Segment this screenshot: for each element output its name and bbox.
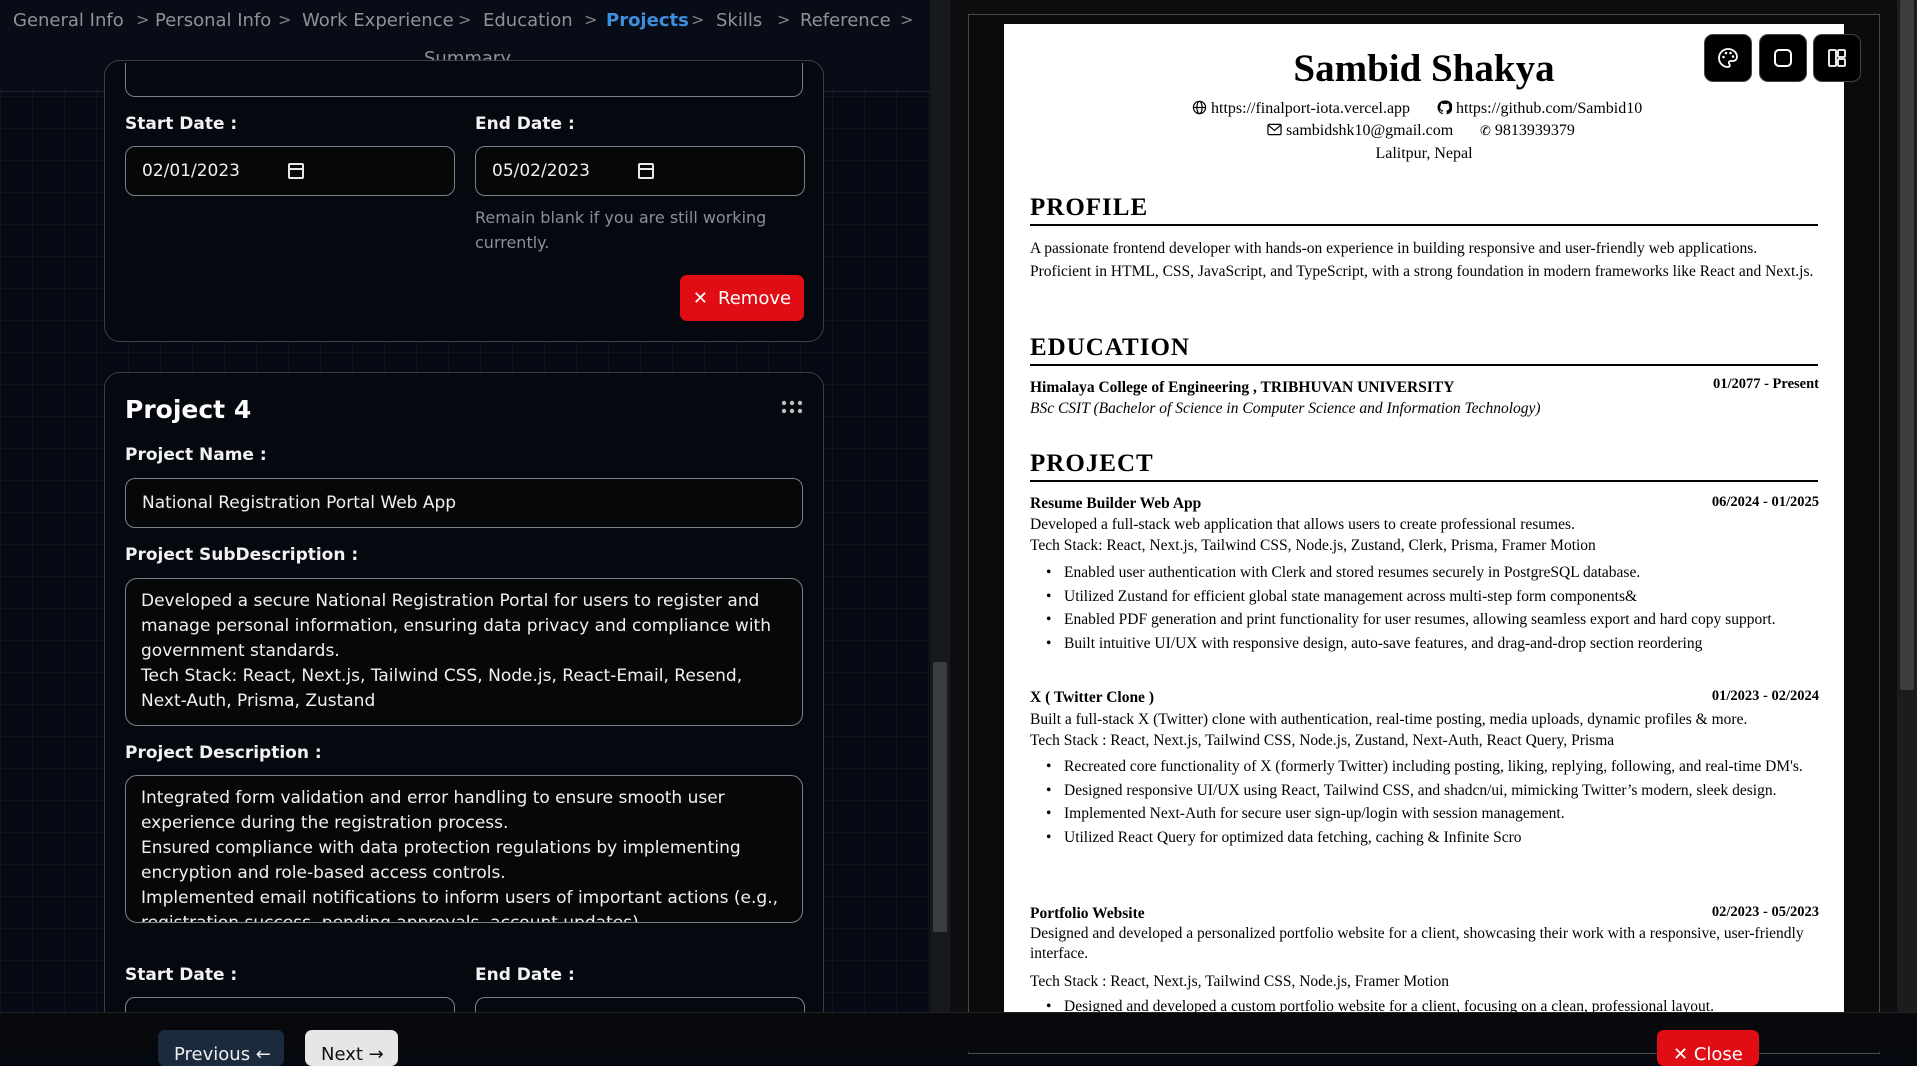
start-date-label: Start Date :	[125, 114, 238, 134]
project-date: 06/2024 - 01/2025	[1711, 494, 1819, 510]
editor-pane: General Info > Personal Info > Work Expe…	[0, 0, 930, 1052]
end-date-hint: Remain blank if you are still working cu…	[475, 208, 767, 252]
phone-text: 9813939379	[1494, 122, 1575, 139]
email-text: sambidshk10@gmail.com	[1286, 122, 1454, 139]
end-date-value: 05/02/2023	[492, 161, 590, 181]
chevron-right-icon: >	[278, 10, 292, 29]
phone-icon: ✆	[1480, 123, 1491, 138]
project-name-input[interactable]: National Registration Portal Web App	[125, 478, 803, 528]
project-heading: PROJECT	[1030, 450, 1818, 482]
project-desc: Developed a full-stack web application t…	[1030, 516, 1575, 533]
end-date-label: End Date :	[475, 965, 575, 985]
close-label: Close	[1693, 1044, 1743, 1065]
start-date-value: 02/01/2023	[142, 161, 240, 181]
project-description-label: Project Description :	[125, 743, 322, 763]
email-link[interactable]: sambidshk10@gmail.com	[1267, 122, 1453, 140]
palette-icon	[1718, 48, 1738, 68]
education-school: Himalaya College of Engineering , TRIBHU…	[1030, 379, 1455, 396]
list-item: Recreated core functionality of X (forme…	[1030, 755, 1820, 779]
phone-info: ✆ 9813939379	[1480, 122, 1575, 140]
step-reference[interactable]: Reference	[800, 10, 891, 31]
chevron-right-icon: >	[458, 10, 472, 29]
chevron-right-icon: >	[584, 10, 598, 29]
chevron-right-icon: >	[777, 10, 791, 29]
calendar-icon[interactable]	[288, 163, 304, 179]
list-item: Implemented Next-Auth for secure user si…	[1030, 802, 1820, 826]
start-date-label: Start Date :	[125, 965, 238, 985]
project-subdescription-textarea[interactable]: Developed a secure National Registration…	[125, 578, 803, 726]
next-button[interactable]: Next →	[305, 1030, 398, 1066]
project-stack: Tech Stack: React, Next.js, Tailwind CSS…	[1030, 537, 1596, 554]
previous-label: Previous	[174, 1044, 251, 1065]
bottom-bar	[0, 1012, 1917, 1052]
profile-text: A passionate frontend developer with han…	[1030, 240, 1814, 280]
step-education[interactable]: Education	[483, 10, 573, 31]
end-date-label: End Date :	[475, 114, 575, 134]
github-text: https://github.com/Sambid10	[1456, 100, 1643, 117]
website-link[interactable]: https://finalport-iota.vercel.app	[1192, 100, 1410, 118]
close-button[interactable]: ✕ Close	[1657, 1030, 1759, 1066]
education-date: 01/2077 - Present	[1712, 376, 1819, 392]
remove-label: Remove	[718, 287, 792, 309]
list-item: Enabled user authentication with Clerk a…	[1030, 561, 1820, 585]
project-bullets: Recreated core functionality of X (forme…	[1030, 755, 1820, 849]
list-item: Designed responsive UI/UX using React, T…	[1030, 779, 1820, 803]
layout-button[interactable]	[1813, 34, 1861, 82]
location-text: Lalitpur, Nepal	[1375, 145, 1473, 162]
project-name: X ( Twitter Clone )	[1030, 689, 1154, 706]
github-link[interactable]: https://github.com/Sambid10	[1437, 100, 1642, 118]
close-icon: ✕	[692, 287, 709, 309]
chevron-right-icon: >	[900, 10, 914, 29]
list-item: Utilized React Query for optimized data …	[1030, 826, 1820, 850]
project-card-4: Project 4 Project Name : National Regist…	[104, 372, 824, 1052]
project-stack: Tech Stack : React, Next.js, Tailwind CS…	[1030, 973, 1450, 990]
project-date: 02/2023 - 05/2023	[1711, 904, 1819, 920]
project-bullets: Enabled user authentication with Clerk a…	[1030, 561, 1820, 655]
previous-button[interactable]: Previous ←	[158, 1030, 284, 1066]
drag-handle-icon[interactable]	[781, 399, 803, 414]
list-item: Built intuitive UI/UX with responsive de…	[1030, 632, 1820, 656]
globe-icon	[1192, 100, 1207, 115]
project-stack: Tech Stack : React, Next.js, Tailwind CS…	[1030, 732, 1615, 749]
mail-icon	[1267, 123, 1282, 136]
step-work-experience[interactable]: Work Experience	[302, 10, 454, 31]
project-desc: Designed and developed a personalized po…	[1030, 925, 1804, 962]
step-skills[interactable]: Skills	[716, 10, 762, 31]
project-name: Resume Builder Web App	[1030, 495, 1202, 512]
github-icon	[1437, 100, 1453, 115]
chevron-right-icon: >	[691, 10, 705, 29]
list-item: Utilized Zustand for efficient global st…	[1030, 585, 1820, 609]
calendar-icon[interactable]	[638, 163, 654, 179]
project-description-textarea[interactable]	[125, 63, 803, 97]
end-date-input[interactable]: 05/02/2023	[475, 146, 805, 196]
project-desc: Built a full-stack X (Twitter) clone wit…	[1030, 711, 1748, 728]
education-heading: EDUCATION	[1030, 334, 1818, 366]
remove-project-button[interactable]: ✕ Remove	[680, 275, 804, 321]
website-text: https://finalport-iota.vercel.app	[1211, 100, 1411, 117]
resume-paper: Sambid Shakya https://finalport-iota.ver…	[1004, 24, 1844, 1052]
square-icon	[1774, 49, 1792, 67]
step-general-info[interactable]: General Info	[13, 10, 124, 31]
project-description-textarea[interactable]: Integrated form validation and error han…	[125, 775, 803, 923]
project-title: Project 4	[125, 395, 252, 424]
next-label: Next	[321, 1044, 363, 1065]
theme-button[interactable]	[1704, 34, 1752, 82]
preview-scrollbar-thumb[interactable]	[1900, 0, 1914, 690]
list-item: Enabled PDF generation and print functio…	[1030, 608, 1820, 632]
border-style-button[interactable]	[1759, 34, 1807, 82]
start-date-input[interactable]: 02/01/2023	[125, 146, 455, 196]
project-date: 01/2023 - 02/2024	[1711, 688, 1819, 704]
step-personal-info[interactable]: Personal Info	[155, 10, 271, 31]
project-subdescription-label: Project SubDescription :	[125, 545, 359, 565]
step-projects[interactable]: Projects	[606, 10, 689, 31]
project-name: Portfolio Website	[1030, 905, 1145, 922]
editor-scrollbar-thumb[interactable]	[933, 662, 947, 932]
profile-heading: PROFILE	[1030, 194, 1818, 226]
education-degree: BSc CSIT (Bachelor of Science in Compute…	[1030, 400, 1541, 417]
chevron-right-icon: >	[136, 10, 150, 29]
layout-icon	[1828, 49, 1846, 67]
project-name-label: Project Name :	[125, 445, 267, 465]
project-name-value: National Registration Portal Web App	[142, 493, 457, 513]
